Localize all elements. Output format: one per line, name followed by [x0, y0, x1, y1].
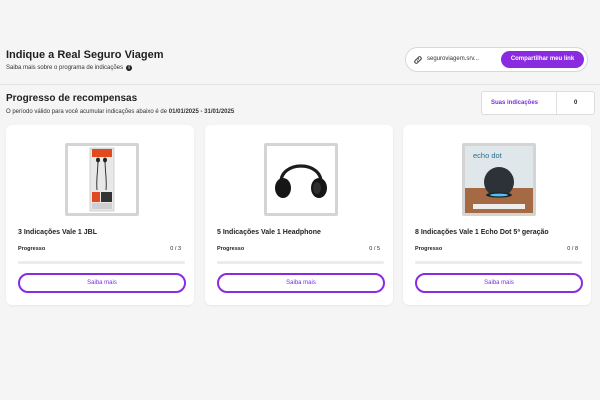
counter-divider — [556, 92, 557, 114]
card-title: 3 Indicações Vale 1 JBL — [18, 229, 97, 236]
headphone-image — [264, 143, 338, 216]
rewards-period-note: O período válido para você acumular indi… — [6, 109, 234, 115]
program-info-text[interactable]: Saiba mais sobre o programa de indicaçõe… — [6, 65, 123, 71]
info-icon[interactable]: i — [126, 65, 133, 71]
share-link-box: seguroviagem.srv... Compartilhar meu lin… — [405, 47, 588, 72]
page-title: Indique a Real Seguro Viagem — [6, 49, 164, 61]
progress-value: 0 / 5 — [369, 246, 380, 252]
progress-label: Progresso — [217, 246, 245, 252]
card-title: 5 Indicações Vale 1 Headphone — [217, 229, 321, 236]
progress-value: 0 / 8 — [567, 246, 578, 252]
progress-bar — [18, 261, 185, 264]
echo-dot-image: echo dot — [462, 143, 536, 216]
reward-card-jbl: 3 Indicações Vale 1 JBL Progresso 0 / 3 … — [6, 125, 194, 305]
rewards-title: Progresso de recompensas — [6, 93, 138, 104]
jbl-earphones-image — [65, 143, 139, 216]
reward-card-echo-dot: echo dot 8 Indicações Vale 1 Echo Dot 5ª… — [403, 125, 591, 305]
progress-label: Progresso — [415, 246, 443, 252]
learn-more-button[interactable]: Saiba mais — [217, 273, 385, 293]
learn-more-button[interactable]: Saiba mais — [415, 273, 583, 293]
learn-more-button[interactable]: Saiba mais — [18, 273, 186, 293]
progress-value: 0 / 3 — [170, 246, 181, 252]
rewards-period-prefix: O período válido para você acumular indi… — [6, 109, 168, 115]
referrals-label: Suas indicações — [491, 100, 539, 106]
progress-label: Progresso — [18, 246, 46, 252]
progress-bar — [217, 261, 384, 264]
link-icon — [414, 56, 422, 64]
echo-dot-box-text: echo dot — [473, 151, 503, 160]
share-link-button[interactable]: Compartilhar meu link — [501, 51, 584, 68]
referrals-count: 0 — [574, 100, 578, 106]
divider — [0, 84, 600, 85]
share-url[interactable]: seguroviagem.srv... — [427, 56, 479, 62]
rewards-period: 01/01/2025 - 31/01/2025 — [168, 109, 235, 115]
header: Indique a Real Seguro Viagem Saiba mais … — [0, 0, 600, 88]
referrals-counter: Suas indicações 0 — [481, 91, 595, 115]
reward-card-headphone: 5 Indicações Vale 1 Headphone Progresso … — [205, 125, 393, 305]
progress-bar — [415, 261, 582, 264]
program-info-link[interactable]: Saiba mais sobre o programa de indicaçõe… — [6, 65, 133, 71]
card-title: 8 Indicações Vale 1 Echo Dot 5ª geração — [415, 229, 549, 236]
